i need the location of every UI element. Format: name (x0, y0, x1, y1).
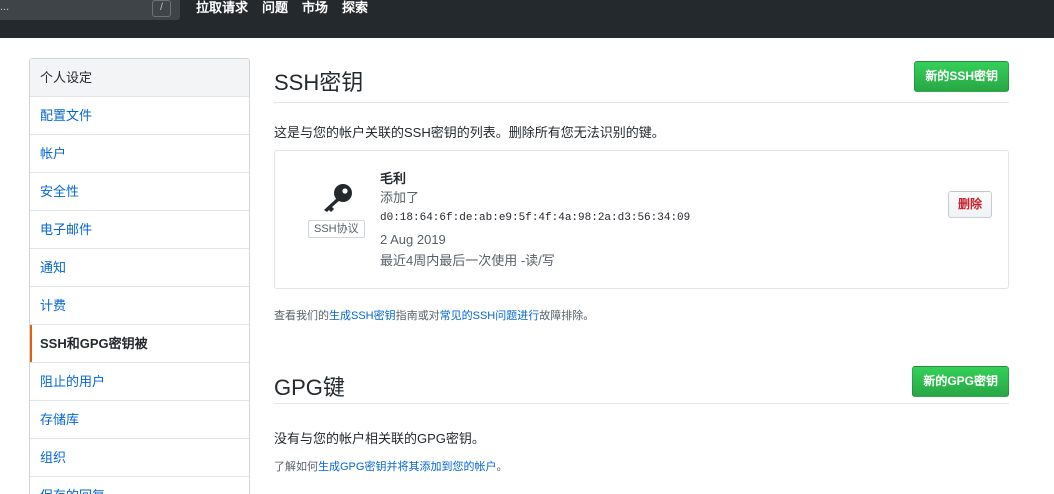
gpg-help-text: 了解如何生成GPG密钥并将其添加到您的帐户。 (274, 458, 507, 474)
sidebar-item-repositories[interactable]: 存储库 (30, 401, 249, 439)
new-ssh-key-button[interactable]: 新的SSH密钥 (914, 61, 1009, 92)
key-icon (324, 184, 352, 212)
ssh-key-item: SSH协议 毛利 添加了 d0:18:64:6f:de:ab:e9:5f:4f:… (274, 150, 1009, 289)
generate-ssh-key-link[interactable]: 生成SSH密钥 (329, 310, 396, 322)
key-fingerprint: d0:18:64:6f:de:ab:e9:5f:4f:4a:98:2a:d3:5… (380, 212, 691, 224)
delete-key-button[interactable]: 删除 (947, 191, 992, 218)
search-input[interactable]: ... / (0, 0, 180, 20)
slash-shortcut-hint: / (152, 0, 171, 17)
ssh-section-title: SSH密钥 (274, 70, 364, 95)
sidebar-item-profile[interactable]: 配置文件 (30, 97, 249, 135)
gpg-help-prefix: 了解如何 (274, 461, 318, 473)
new-gpg-key-button[interactable]: 新的GPG密钥 (912, 366, 1009, 397)
gpg-description: 没有与您的帐户相关联的GPG密钥。 (274, 431, 485, 446)
key-added-label: 添加了 (380, 190, 420, 205)
nav-marketplace[interactable]: 市场 (302, 0, 328, 15)
ssh-troubleshoot-link[interactable]: 常见的SSH问题进行 (440, 310, 540, 322)
global-nav: 拉取请求 问题 市场 探索 (196, 0, 382, 15)
sidebar-item-account[interactable]: 帐户 (30, 135, 249, 173)
main-content: SSH密钥 新的SSH密钥 这是与您的帐户关联的SSH密钥的列表。删除所有您无法… (274, 58, 1009, 473)
key-added-date: 2 Aug 2019 (380, 232, 446, 247)
sidebar-item-security[interactable]: 安全性 (30, 173, 249, 211)
key-title: 毛利 (380, 171, 407, 186)
sidebar-heading: 个人设定 (30, 59, 249, 97)
search-placeholder: ... (0, 1, 10, 13)
nav-issues[interactable]: 问题 (262, 0, 288, 15)
ssh-help-prefix: 查看我们的 (274, 310, 329, 322)
nav-explore[interactable]: 探索 (342, 0, 368, 15)
ssh-protocol-badge: SSH协议 (308, 220, 365, 238)
sidebar-item-blocked-users[interactable]: 阻止的用户 (30, 363, 249, 401)
settings-sidebar: 个人设定 配置文件 帐户 安全性 电子邮件 通知 计费 SSH和GPG密钥被 阻… (29, 58, 250, 494)
gpg-section-title: GPG键 (274, 375, 345, 400)
nav-pull-requests[interactable]: 拉取请求 (196, 0, 248, 15)
ssh-help-suffix: 故障排除。 (539, 310, 595, 322)
generate-gpg-key-link[interactable]: 生成GPG密钥并将其添加到您的帐户 (318, 461, 496, 473)
sidebar-item-billing[interactable]: 计费 (30, 287, 249, 325)
ssh-description: 这是与您的帐户关联的SSH密钥的列表。删除所有您无法识别的键。 (274, 125, 665, 140)
ssh-section-header: SSH密钥 新的SSH密钥 (274, 58, 1009, 103)
sidebar-item-saved-replies[interactable]: 保存的回复 (30, 477, 249, 494)
ssh-help-middle: 指南或对 (395, 310, 440, 322)
sidebar-item-organizations[interactable]: 组织 (30, 439, 249, 477)
sidebar-item-emails[interactable]: 电子邮件 (30, 211, 249, 249)
top-header: ... / 拉取请求 问题 市场 探索 (0, 0, 1054, 38)
gpg-section-header: GPG键 新的GPG密钥 (274, 361, 1009, 404)
gpg-help-suffix: 。 (496, 461, 508, 473)
key-details: 毛利 添加了 d0:18:64:6f:de:ab:e9:5f:4f:4a:98:… (380, 170, 690, 271)
sidebar-item-notifications[interactable]: 通知 (30, 249, 249, 287)
sidebar-item-ssh-gpg-keys[interactable]: SSH和GPG密钥被 (30, 325, 249, 363)
ssh-help-text: 查看我们的生成SSH密钥指南或对常见的SSH问题进行故障排除。 (274, 307, 594, 323)
key-last-used: 最近4周内最后一次使用 -读/写 (380, 253, 555, 268)
